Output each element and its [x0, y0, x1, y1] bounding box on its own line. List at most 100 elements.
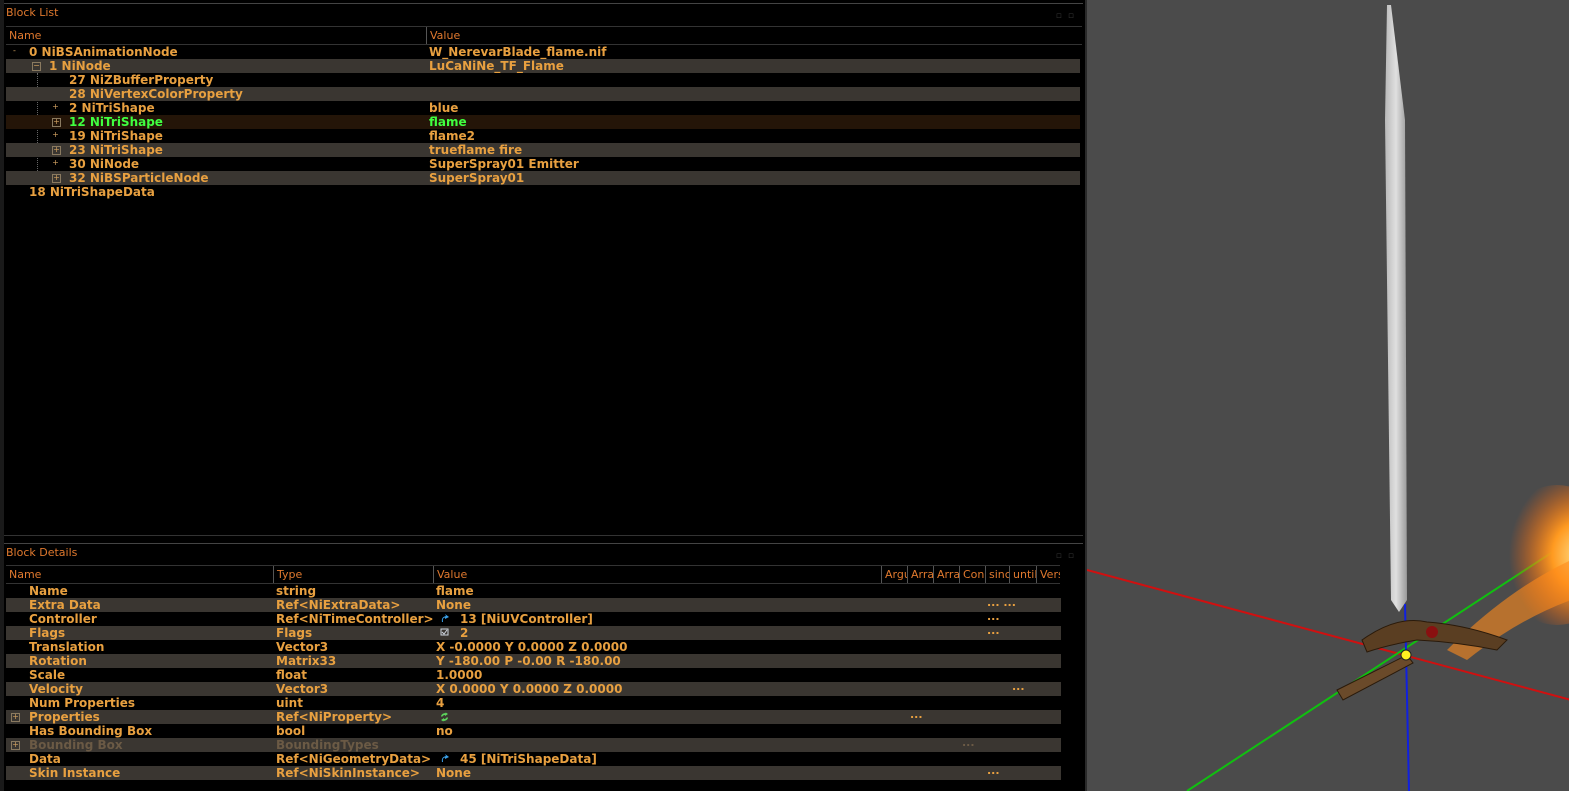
expand-icon[interactable]: +: [52, 118, 61, 127]
col-header-arr2[interactable]: Arra: [933, 566, 959, 583]
detail-row[interactable]: Velocity Vector3 X 0.0000 Y 0.0000 Z 0.0…: [6, 680, 1061, 696]
detail-row[interactable]: Rotation Matrix33 Y -180.00 P -0.00 R -1…: [6, 654, 1061, 668]
render-viewport[interactable]: [1085, 0, 1569, 791]
detail-name: Properties: [29, 710, 100, 724]
detail-value[interactable]: no: [436, 724, 453, 738]
detail-name: Name: [29, 584, 68, 598]
panel-controls-icon[interactable]: ▫▫: [1056, 7, 1080, 25]
tree-row[interactable]: − 1 NiNode LuCaNiNe_TF_Flame: [6, 59, 1080, 73]
tree-row-name: 2 NiTriShape: [69, 101, 155, 115]
detail-name: Rotation: [29, 654, 87, 668]
detail-value[interactable]: flame: [436, 584, 474, 598]
detail-value[interactable]: X -0.0000 Y 0.0000 Z 0.0000: [436, 640, 627, 654]
col-header-vers[interactable]: Vers: [1036, 566, 1060, 583]
flags-icon[interactable]: 2: [440, 626, 468, 640]
col-header-cond[interactable]: Con: [959, 566, 985, 583]
col-header-name[interactable]: Name: [6, 566, 273, 583]
detail-name: Controller: [29, 612, 97, 626]
link-ref-icon[interactable]: 45 [NiTriShapeData]: [440, 752, 597, 766]
detail-row[interactable]: Controller Ref<NiTimeController> 13 [NiU…: [6, 610, 1061, 626]
detail-type: Flags: [276, 626, 313, 640]
tree-row[interactable]: + 32 NiBSParticleNode SuperSpray01: [6, 171, 1080, 185]
tree-row-name: 32 NiBSParticleNode: [69, 171, 209, 185]
detail-name: Skin Instance: [29, 766, 121, 780]
tree-row[interactable]: + 23 NiTriShape trueflame fire: [6, 143, 1080, 157]
detail-value[interactable]: None: [436, 766, 471, 780]
detail-row[interactable]: Translation Vector3 X -0.0000 Y 0.0000 Z…: [6, 640, 1061, 654]
collapse-icon[interactable]: −: [32, 62, 41, 71]
block-list-header: Name Value: [6, 26, 1082, 45]
expand-icon[interactable]: +: [52, 146, 61, 155]
detail-condition-dots: ...: [962, 736, 975, 749]
sword-gem: [1426, 626, 1438, 638]
tree-row-name: 28 NiVertexColorProperty: [69, 87, 243, 101]
collapse-icon[interactable]: -: [11, 47, 18, 55]
detail-row[interactable]: Flags Flags 2 ...: [6, 624, 1061, 640]
detail-type: Matrix33: [276, 654, 337, 668]
detail-value[interactable]: None: [436, 598, 471, 612]
sword-grip: [1336, 654, 1414, 701]
block-list-title-text: Block List: [6, 6, 59, 19]
detail-row[interactable]: + Properties Ref<NiProperty> ...: [6, 708, 1061, 724]
left-edge: [0, 0, 4, 791]
col-header-value[interactable]: Value: [426, 27, 1082, 44]
detail-value: 13 [NiUVController]: [460, 612, 593, 626]
tree-row[interactable]: - 0 NiBSAnimationNode W_NerevarBlade_fla…: [6, 45, 1080, 59]
detail-type: uint: [276, 696, 303, 710]
tree-row-value: flame: [429, 115, 467, 129]
detail-condition-dots: ...: [910, 708, 923, 721]
expand-icon[interactable]: +: [11, 741, 20, 750]
expand-icon[interactable]: +: [11, 713, 20, 722]
tree-row[interactable]: 27 NiZBufferProperty: [6, 73, 1080, 87]
col-header-name[interactable]: Name: [6, 27, 426, 44]
sword-blade: [1385, 5, 1407, 612]
tree-row[interactable]: + 2 NiTriShape blue: [6, 101, 1080, 115]
expand-icon[interactable]: +: [52, 103, 59, 111]
col-header-arg[interactable]: Argu: [881, 566, 907, 583]
tree-row[interactable]: + 30 NiNode SuperSpray01 Emitter: [6, 157, 1080, 171]
detail-row[interactable]: Name string flame: [6, 584, 1061, 598]
pivot-point[interactable]: [1400, 649, 1412, 661]
col-header-since[interactable]: sinc: [985, 566, 1009, 583]
detail-name: Num Properties: [29, 696, 136, 710]
block-details-title-text: Block Details: [6, 546, 78, 559]
detail-row[interactable]: Has Bounding Box bool no: [6, 724, 1061, 738]
col-header-until[interactable]: until: [1009, 566, 1036, 583]
detail-row[interactable]: Skin Instance Ref<NiSkinInstance> None .…: [6, 764, 1061, 780]
detail-condition-dots: ...: [987, 624, 1000, 637]
tree-row-selected[interactable]: + 12 NiTriShape flame: [6, 115, 1080, 129]
detail-value[interactable]: X 0.0000 Y 0.0000 Z 0.0000: [436, 682, 622, 696]
detail-condition-dots: ...: [987, 764, 1000, 777]
detail-value: 45 [NiTriShapeData]: [460, 752, 597, 766]
detail-row[interactable]: Data Ref<NiGeometryData> 45 [NiTriShapeD…: [6, 752, 1061, 766]
col-header-arr1[interactable]: Arra: [907, 566, 933, 583]
detail-value[interactable]: Y -180.00 P -0.00 R -180.00: [436, 654, 621, 668]
tree-row[interactable]: + 19 NiTriShape flame2: [6, 129, 1080, 143]
link-ref-icon[interactable]: 13 [NiUVController]: [440, 612, 593, 626]
tree-row[interactable]: 18 NiTriShapeData: [6, 185, 1080, 199]
detail-row[interactable]: Num Properties uint 4: [6, 696, 1061, 710]
detail-value[interactable]: 1.0000: [436, 668, 482, 682]
block-list-title: Block List ▫▫: [4, 3, 1083, 21]
detail-type: string: [276, 584, 317, 598]
detail-row-disabled[interactable]: + Bounding Box BoundingTypes ...: [6, 736, 1061, 752]
col-header-value[interactable]: Value: [433, 566, 881, 583]
detail-type: Ref<NiGeometryData>: [276, 752, 432, 766]
tree-row-name: 23 NiTriShape: [69, 143, 163, 157]
tree-row[interactable]: 28 NiVertexColorProperty: [6, 87, 1080, 101]
col-header-type[interactable]: Type: [273, 566, 433, 583]
detail-value[interactable]: 4: [436, 696, 444, 710]
tree-row-name: 27 NiZBufferProperty: [69, 73, 214, 87]
expand-icon[interactable]: +: [52, 131, 59, 139]
panel-controls-icon[interactable]: ▫▫: [1056, 547, 1080, 565]
left-pane: Block List ▫▫ Name Value - 0 NiBSAnimati…: [0, 0, 1085, 791]
tree-row-name: 30 NiNode: [69, 157, 140, 171]
tree-row-value: W_NerevarBlade_flame.nif: [429, 45, 607, 59]
detail-type: bool: [276, 724, 306, 738]
expand-icon[interactable]: +: [52, 159, 59, 167]
multi-link-icon[interactable]: [440, 710, 460, 724]
expand-icon[interactable]: +: [52, 174, 61, 183]
detail-row[interactable]: Extra Data Ref<NiExtraData> None ... ...: [6, 596, 1061, 612]
detail-type: Ref<NiTimeController>: [276, 612, 434, 626]
detail-row[interactable]: Scale float 1.0000: [6, 668, 1061, 682]
